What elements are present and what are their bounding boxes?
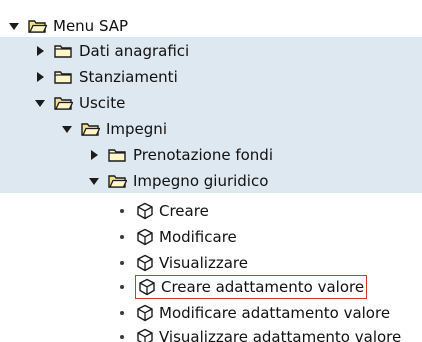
transaction-label: Creare (159, 202, 209, 220)
selected-node-highlight[interactable]: Creare adattamento valore (134, 275, 368, 299)
transaction-label: Modificare (159, 228, 237, 246)
tree-node-label: Dati anagrafici (79, 42, 190, 60)
transaction-modificare[interactable]: Modificare (120, 225, 237, 249)
transaction-creare[interactable]: Creare (120, 199, 209, 223)
transaction-cube-icon (139, 278, 155, 296)
tree-node-dati-anagrafici[interactable]: Dati anagrafici (34, 39, 189, 63)
tree-node-prenotazione-fondi[interactable]: Prenotazione fondi (88, 143, 273, 167)
folder-open-icon (81, 123, 100, 136)
collapsed-triangle-icon[interactable] (34, 45, 46, 57)
expanded-triangle-icon[interactable] (88, 175, 100, 187)
tree-node-label: Impegno giuridico (133, 172, 269, 190)
tree-node-impegno-giuridico[interactable]: Impegno giuridico (88, 169, 268, 193)
bullet-icon (120, 235, 124, 239)
transaction-cube-icon (137, 254, 153, 272)
tree-node-label: Stanziamenti (79, 68, 178, 86)
folder-closed-icon (54, 45, 72, 58)
bullet-icon (120, 311, 124, 315)
folder-closed-icon (108, 149, 126, 162)
bullet-icon (120, 335, 124, 339)
tree-node-uscite[interactable]: Uscite (34, 91, 125, 115)
tree-node-impegni[interactable]: Impegni (61, 117, 167, 141)
collapsed-triangle-icon[interactable] (88, 149, 100, 161)
expanded-triangle-icon[interactable] (34, 97, 46, 109)
transaction-label: Visualizzare (159, 254, 248, 272)
tree-node-menu-sap[interactable]: Menu SAP (8, 14, 128, 38)
transaction-visualizzare-adattamento-valore[interactable]: Visualizzare adattamento valore (120, 325, 401, 342)
transaction-modificare-adattamento-valore[interactable]: Modificare adattamento valore (120, 301, 390, 325)
transaction-label: Visualizzare adattamento valore (159, 328, 402, 342)
folder-open-icon (108, 175, 127, 188)
transaction-cube-icon (137, 328, 153, 342)
tree-node-label: Prenotazione fondi (133, 146, 273, 164)
transaction-visualizzare[interactable]: Visualizzare (120, 251, 248, 275)
collapsed-triangle-icon[interactable] (34, 71, 46, 83)
transaction-cube-icon (137, 228, 153, 246)
transaction-creare-adattamento-valore[interactable]: Creare adattamento valore (120, 275, 368, 299)
folder-open-icon (28, 20, 47, 33)
transaction-label: Modificare adattamento valore (159, 304, 391, 322)
tree-node-stanziamenti[interactable]: Stanziamenti (34, 65, 178, 89)
tree-node-label: Uscite (79, 94, 126, 112)
expanded-triangle-icon[interactable] (61, 123, 73, 135)
transaction-cube-icon (137, 304, 153, 322)
transaction-label: Creare adattamento valore (161, 278, 365, 296)
bullet-icon (120, 285, 124, 289)
bullet-icon (120, 209, 124, 213)
tree-node-label: Menu SAP (53, 17, 129, 35)
tree-node-label: Impegni (106, 120, 167, 138)
bullet-icon (120, 261, 124, 265)
transaction-cube-icon (137, 202, 153, 220)
expanded-triangle-icon[interactable] (8, 20, 20, 32)
folder-open-icon (54, 97, 73, 110)
folder-closed-icon (54, 71, 72, 84)
